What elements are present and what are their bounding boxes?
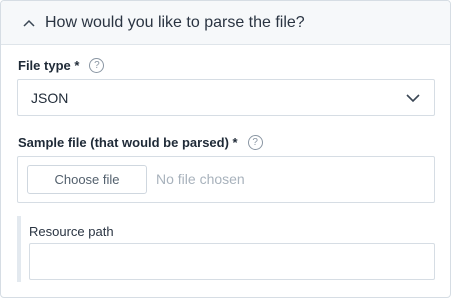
resource-path-group: Resource path (17, 216, 435, 282)
question-circle-icon[interactable]: ? (89, 58, 105, 73)
chevron-down-icon (406, 94, 420, 103)
sample-file-label-row: Sample file (that would be parsed) * ? (18, 135, 263, 150)
section-title: How would you like to parse the file? (45, 13, 305, 31)
file-status-text: No file chosen (156, 171, 245, 187)
resource-path-input[interactable] (29, 243, 435, 280)
section-header[interactable]: How would you like to parse the file? (1, 1, 450, 45)
resource-path-label: Resource path (29, 224, 114, 239)
sample-file-input: Choose file No file chosen (17, 156, 435, 203)
file-type-label: File type * (18, 58, 80, 73)
chevron-up-icon[interactable] (21, 15, 37, 31)
file-type-label-row: File type * ? (18, 58, 105, 73)
file-type-value: JSON (31, 89, 69, 106)
question-circle-icon[interactable]: ? (247, 135, 263, 150)
parse-settings-panel: How would you like to parse the file? Fi… (0, 0, 451, 298)
file-type-select[interactable]: JSON (17, 79, 435, 116)
choose-file-button[interactable]: Choose file (27, 165, 147, 194)
sample-file-label: Sample file (that would be parsed) * (18, 135, 238, 150)
